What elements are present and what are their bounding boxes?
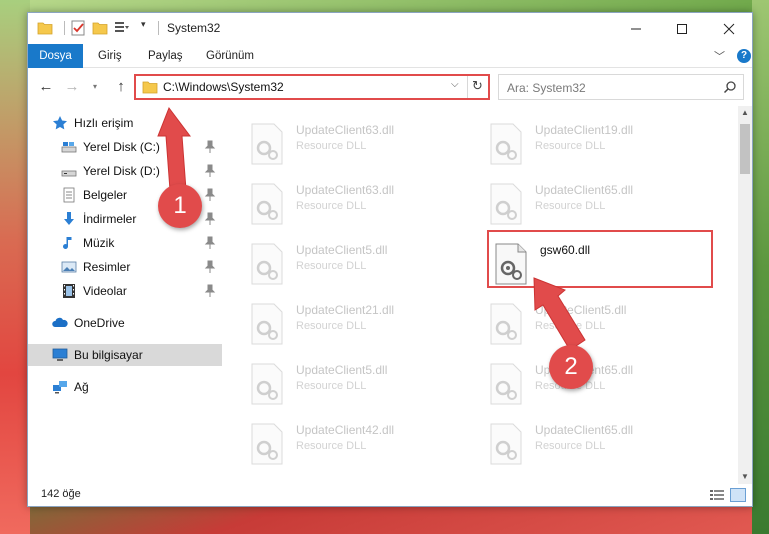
annotation-arrows: [157, 106, 586, 351]
step-2-badge: 2: [549, 345, 593, 389]
arrow-2-icon: [533, 277, 586, 351]
step-1-badge: 1: [158, 184, 202, 228]
arrow-1-icon: [157, 106, 191, 191]
